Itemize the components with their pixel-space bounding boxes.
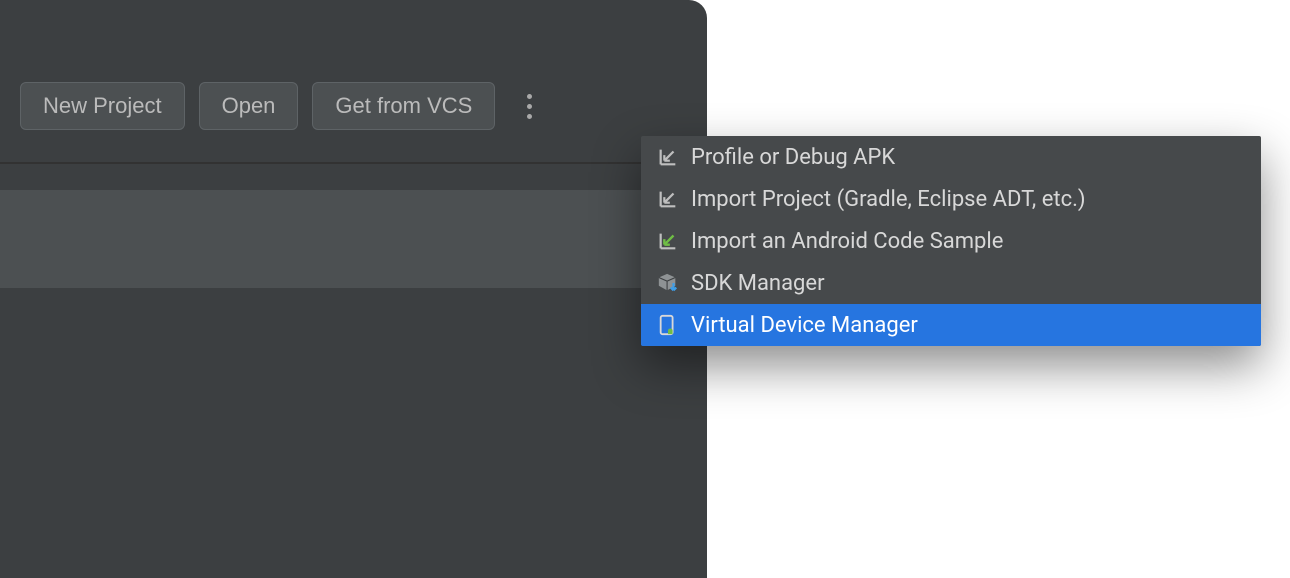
welcome-window: New Project Open Get from VCS bbox=[0, 0, 707, 578]
toolbar: New Project Open Get from VCS bbox=[0, 0, 707, 130]
import-arrow-icon bbox=[657, 188, 679, 210]
dot-icon bbox=[527, 104, 532, 109]
dot-icon bbox=[527, 94, 532, 99]
menu-item-label: Profile or Debug APK bbox=[691, 145, 895, 170]
more-actions-button[interactable] bbox=[515, 86, 543, 126]
import-arrow-icon bbox=[657, 146, 679, 168]
menu-item-label: Import Project (Gradle, Eclipse ADT, etc… bbox=[691, 187, 1086, 212]
menu-item-import-project[interactable]: Import Project (Gradle, Eclipse ADT, etc… bbox=[641, 178, 1261, 220]
menu-item-sdk-manager[interactable]: SDK Manager bbox=[641, 262, 1261, 304]
menu-item-virtual-device-manager[interactable]: Virtual Device Manager bbox=[641, 304, 1261, 346]
more-actions-menu: Profile or Debug APK Import Project (Gra… bbox=[641, 136, 1261, 346]
new-project-button[interactable]: New Project bbox=[20, 82, 185, 130]
toolbar-separator bbox=[0, 162, 707, 164]
menu-item-import-sample[interactable]: Import an Android Code Sample bbox=[641, 220, 1261, 262]
dot-icon bbox=[527, 114, 532, 119]
open-button[interactable]: Open bbox=[199, 82, 299, 130]
menu-item-label: Import an Android Code Sample bbox=[691, 229, 1003, 254]
menu-item-label: SDK Manager bbox=[691, 271, 825, 296]
import-android-icon bbox=[657, 230, 679, 252]
get-from-vcs-button[interactable]: Get from VCS bbox=[312, 82, 495, 130]
sdk-box-icon bbox=[657, 272, 679, 294]
recent-row-placeholder bbox=[0, 190, 707, 288]
menu-item-profile-debug-apk[interactable]: Profile or Debug APK bbox=[641, 136, 1261, 178]
device-manager-icon bbox=[657, 314, 679, 336]
menu-item-label: Virtual Device Manager bbox=[691, 313, 918, 338]
